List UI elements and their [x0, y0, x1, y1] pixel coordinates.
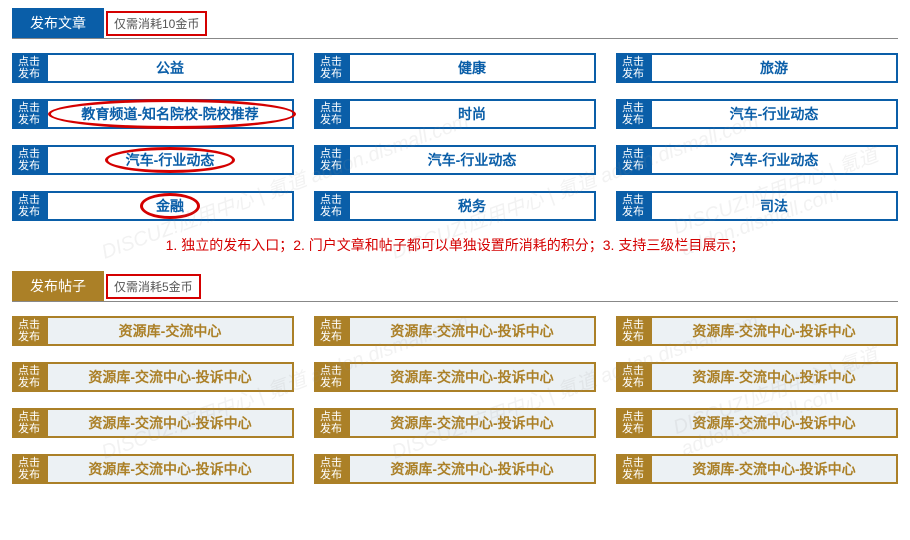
feature-note: 1. 独立的发布入口；2. 门户文章和帖子都可以单独设置所消耗的积分；3. 支持… [12, 235, 898, 255]
category-box[interactable]: 汽车-行业动态 [650, 145, 898, 175]
post-item: 点击发布资源库-交流中心-投诉中心 [12, 408, 294, 438]
category-box[interactable]: 健康 [348, 53, 596, 83]
publish-button[interactable]: 点击发布 [12, 454, 46, 484]
publish-button[interactable]: 点击发布 [314, 454, 348, 484]
category-box[interactable]: 金融 [46, 191, 294, 221]
publish-button[interactable]: 点击发布 [12, 191, 46, 221]
publish-button[interactable]: 点击发布 [616, 191, 650, 221]
category-box[interactable]: 汽车-行业动态 [46, 145, 294, 175]
category-box[interactable]: 时尚 [348, 99, 596, 129]
article-item: 点击发布汽车-行业动态 [616, 99, 898, 129]
article-grid: 点击发布公益点击发布健康点击发布旅游点击发布教育频道-知名院校-院校推荐点击发布… [12, 53, 898, 221]
forum-box[interactable]: 资源库-交流中心-投诉中心 [348, 454, 596, 484]
forum-box[interactable]: 资源库-交流中心-投诉中心 [348, 316, 596, 346]
post-grid: 点击发布资源库-交流中心点击发布资源库-交流中心-投诉中心点击发布资源库-交流中… [12, 316, 898, 484]
post-section-header: 发布帖子 仅需消耗5金币 [12, 271, 898, 302]
forum-box[interactable]: 资源库-交流中心-投诉中心 [46, 408, 294, 438]
post-item: 点击发布资源库-交流中心-投诉中心 [616, 408, 898, 438]
forum-box[interactable]: 资源库-交流中心 [46, 316, 294, 346]
publish-button[interactable]: 点击发布 [12, 408, 46, 438]
publish-button[interactable]: 点击发布 [12, 53, 46, 83]
article-tab[interactable]: 发布文章 [12, 8, 104, 38]
article-item: 点击发布汽车-行业动态 [314, 145, 596, 175]
article-item: 点击发布时尚 [314, 99, 596, 129]
forum-box[interactable]: 资源库-交流中心-投诉中心 [650, 316, 898, 346]
publish-button[interactable]: 点击发布 [314, 99, 348, 129]
publish-button[interactable]: 点击发布 [314, 316, 348, 346]
publish-button[interactable]: 点击发布 [12, 362, 46, 392]
forum-box[interactable]: 资源库-交流中心-投诉中心 [348, 408, 596, 438]
publish-button[interactable]: 点击发布 [616, 99, 650, 129]
publish-button[interactable]: 点击发布 [314, 53, 348, 83]
forum-box[interactable]: 资源库-交流中心-投诉中心 [46, 454, 294, 484]
article-section-header: 发布文章 仅需消耗10金币 [12, 8, 898, 39]
publish-button[interactable]: 点击发布 [616, 145, 650, 175]
forum-box[interactable]: 资源库-交流中心-投诉中心 [650, 454, 898, 484]
forum-box[interactable]: 资源库-交流中心-投诉中心 [348, 362, 596, 392]
post-item: 点击发布资源库-交流中心-投诉中心 [12, 362, 294, 392]
category-box[interactable]: 税务 [348, 191, 596, 221]
article-item: 点击发布旅游 [616, 53, 898, 83]
forum-box[interactable]: 资源库-交流中心-投诉中心 [650, 408, 898, 438]
publish-button[interactable]: 点击发布 [314, 362, 348, 392]
article-item: 点击发布公益 [12, 53, 294, 83]
publish-button[interactable]: 点击发布 [616, 408, 650, 438]
post-item: 点击发布资源库-交流中心-投诉中心 [12, 454, 294, 484]
article-item: 点击发布汽车-行业动态 [616, 145, 898, 175]
publish-button[interactable]: 点击发布 [616, 362, 650, 392]
post-item: 点击发布资源库-交流中心-投诉中心 [314, 408, 596, 438]
publish-button[interactable]: 点击发布 [616, 316, 650, 346]
publish-button[interactable]: 点击发布 [12, 99, 46, 129]
article-item: 点击发布金融 [12, 191, 294, 221]
post-item: 点击发布资源库-交流中心-投诉中心 [314, 316, 596, 346]
forum-box[interactable]: 资源库-交流中心-投诉中心 [650, 362, 898, 392]
publish-button[interactable]: 点击发布 [12, 316, 46, 346]
post-cost-box: 仅需消耗5金币 [106, 274, 201, 299]
article-item: 点击发布司法 [616, 191, 898, 221]
category-box[interactable]: 教育频道-知名院校-院校推荐 [46, 99, 294, 129]
category-box[interactable]: 司法 [650, 191, 898, 221]
post-item: 点击发布资源库-交流中心-投诉中心 [314, 454, 596, 484]
post-item: 点击发布资源库-交流中心-投诉中心 [616, 316, 898, 346]
forum-box[interactable]: 资源库-交流中心-投诉中心 [46, 362, 294, 392]
publish-button[interactable]: 点击发布 [314, 191, 348, 221]
post-tab[interactable]: 发布帖子 [12, 271, 104, 301]
post-item: 点击发布资源库-交流中心 [12, 316, 294, 346]
article-item: 点击发布税务 [314, 191, 596, 221]
article-item: 点击发布教育频道-知名院校-院校推荐 [12, 99, 294, 129]
publish-button[interactable]: 点击发布 [616, 454, 650, 484]
category-box[interactable]: 旅游 [650, 53, 898, 83]
category-box[interactable]: 汽车-行业动态 [348, 145, 596, 175]
category-box[interactable]: 公益 [46, 53, 294, 83]
publish-button[interactable]: 点击发布 [12, 145, 46, 175]
publish-button[interactable]: 点击发布 [616, 53, 650, 83]
article-item: 点击发布健康 [314, 53, 596, 83]
publish-button[interactable]: 点击发布 [314, 145, 348, 175]
post-item: 点击发布资源库-交流中心-投诉中心 [616, 362, 898, 392]
article-cost-box: 仅需消耗10金币 [106, 11, 207, 36]
post-item: 点击发布资源库-交流中心-投诉中心 [314, 362, 596, 392]
article-item: 点击发布汽车-行业动态 [12, 145, 294, 175]
post-item: 点击发布资源库-交流中心-投诉中心 [616, 454, 898, 484]
category-box[interactable]: 汽车-行业动态 [650, 99, 898, 129]
publish-button[interactable]: 点击发布 [314, 408, 348, 438]
